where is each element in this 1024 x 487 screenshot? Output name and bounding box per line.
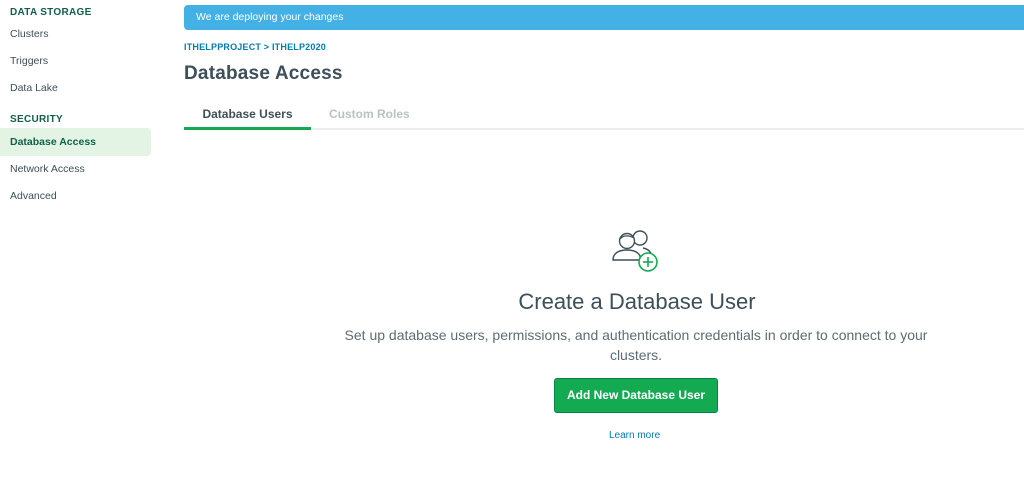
sidebar-item-network-access[interactable]: Network Access xyxy=(10,163,85,175)
users-add-icon xyxy=(611,226,661,274)
learn-more-link[interactable]: Learn more xyxy=(609,430,660,441)
tab-custom-roles[interactable]: Custom Roles xyxy=(329,107,410,121)
empty-state-description: Set up database users, permissions, and … xyxy=(344,327,928,363)
deploy-banner: We are deploying your changes xyxy=(184,5,1024,30)
page-title: Database Access xyxy=(184,63,343,84)
sidebar-heading-security: SECURITY xyxy=(10,114,63,125)
tab-bar: Database Users Custom Roles xyxy=(184,100,1024,130)
sidebar: DATA STORAGE Clusters Triggers Data Lake… xyxy=(0,0,160,487)
tab-database-users[interactable]: Database Users xyxy=(184,107,311,130)
empty-state-title: Create a Database User xyxy=(518,289,756,314)
breadcrumb[interactable]: ITHELPPROJECT > ITHELP2020 xyxy=(184,42,326,52)
sidebar-item-advanced[interactable]: Advanced xyxy=(10,190,57,202)
sidebar-item-triggers[interactable]: Triggers xyxy=(10,55,48,67)
sidebar-item-database-access[interactable]: Database Access xyxy=(0,128,151,156)
sidebar-heading-data-storage: DATA STORAGE xyxy=(10,7,92,18)
sidebar-item-clusters[interactable]: Clusters xyxy=(10,28,49,40)
add-new-database-user-button[interactable]: Add New Database User xyxy=(554,378,718,413)
sidebar-item-data-lake[interactable]: Data Lake xyxy=(10,82,58,94)
